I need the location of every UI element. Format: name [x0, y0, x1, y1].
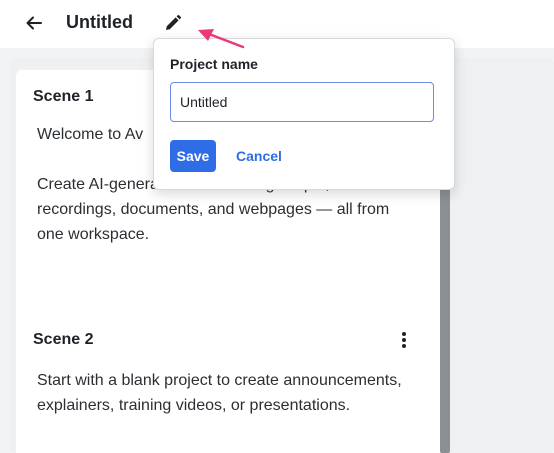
- rename-popup: Project name Save Cancel: [153, 38, 455, 190]
- more-vertical-icon: [402, 332, 406, 348]
- rename-button[interactable]: [160, 10, 186, 36]
- editor-page: Untitled Scene 1 Welcome to Av Create AI…: [0, 0, 554, 453]
- project-title: Untitled: [66, 12, 133, 32]
- project-name-input[interactable]: [170, 82, 434, 122]
- project-name-label: Project name: [170, 56, 258, 72]
- scene-2-heading: Scene 2: [33, 331, 94, 348]
- scene-2-menu-button[interactable]: [396, 328, 412, 352]
- save-button[interactable]: Save: [170, 140, 216, 172]
- pencil-icon: [166, 14, 182, 30]
- scene-1-heading: Scene 1: [33, 88, 94, 105]
- scene-2-text[interactable]: Start with a blank project to create ann…: [37, 368, 407, 418]
- cancel-button[interactable]: Cancel: [228, 140, 290, 172]
- scrollbar[interactable]: [440, 180, 450, 453]
- scene-2-paragraph-1: Start with a blank project to create ann…: [37, 372, 402, 414]
- arrow-left-icon: [26, 16, 42, 30]
- back-button[interactable]: [20, 9, 48, 37]
